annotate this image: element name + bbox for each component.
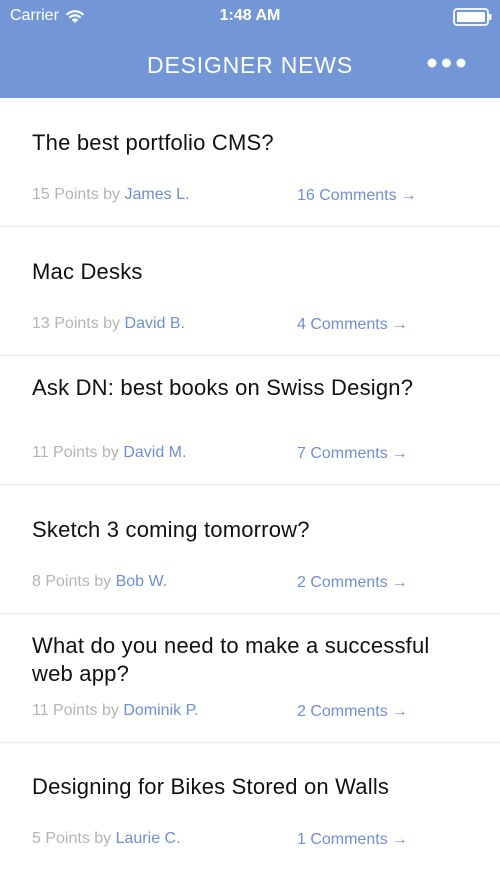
comments-label: 16 Comments <box>297 187 397 204</box>
status-time: 1:48 AM <box>219 7 281 24</box>
right-arrow-icon: → <box>391 574 408 591</box>
more-horizontal-icon[interactable] <box>427 52 466 74</box>
feed-item[interactable]: Sketch 3 coming tomorrow? 8 Points by Bo… <box>0 485 500 614</box>
comments-label: 2 Comments <box>297 703 388 720</box>
points-text: 11 Points by <box>32 444 119 461</box>
comments-link[interactable]: 4 Comments → <box>297 315 408 335</box>
right-arrow-icon: → <box>391 445 408 462</box>
page-title: DESIGNER NEWS <box>147 52 353 78</box>
comments-label: 2 Comments <box>297 574 388 591</box>
post-title: The best portfolio CMS? <box>32 130 274 155</box>
feed-item[interactable]: Mac Desks 13 Points by David B. 4 Commen… <box>0 227 500 356</box>
points-text: 8 Points by <box>32 573 112 590</box>
author-link[interactable]: Bob W. <box>116 573 168 590</box>
points-text: 13 Points by <box>32 315 121 332</box>
battery-icon <box>453 8 492 26</box>
post-title: Designing for Bikes Stored on Walls <box>32 774 390 799</box>
author-link[interactable]: James L. <box>125 186 190 203</box>
right-arrow-icon: → <box>391 831 408 848</box>
post-meta: 11 Points by David M. <box>32 443 186 463</box>
post-title: Sketch 3 coming tomorrow? <box>32 517 310 542</box>
post-title: Mac Desks <box>32 259 143 284</box>
points-text: 11 Points by <box>32 702 119 719</box>
post-meta: 15 Points by James L. <box>32 185 189 205</box>
author-link[interactable]: David M. <box>123 444 186 461</box>
status-bar: Carrier 1:48 AM <box>0 0 500 32</box>
points-text: 5 Points by <box>32 830 112 847</box>
right-arrow-icon: → <box>391 316 408 333</box>
comments-label: 1 Comments <box>297 831 388 848</box>
news-feed: The best portfolio CMS? 15 Points by Jam… <box>0 98 500 872</box>
author-link[interactable]: David B. <box>125 315 185 332</box>
navigation-bar: DESIGNER NEWS <box>0 32 500 98</box>
author-link[interactable]: Laurie C. <box>116 830 181 847</box>
right-arrow-icon: → <box>400 187 417 204</box>
points-text: 15 Points by <box>32 186 121 203</box>
feed-item[interactable]: The best portfolio CMS? 15 Points by Jam… <box>0 98 500 227</box>
comments-link[interactable]: 1 Comments → <box>297 830 408 850</box>
right-arrow-icon: → <box>391 703 408 720</box>
post-title: What do you need to make a successful we… <box>32 633 430 686</box>
post-title: Ask DN: best books on Swiss Design? <box>32 375 414 400</box>
post-meta: 5 Points by Laurie C. <box>32 829 181 849</box>
comments-link[interactable]: 7 Comments → <box>297 444 408 464</box>
feed-item[interactable]: Designing for Bikes Stored on Walls 5 Po… <box>0 743 500 872</box>
comments-label: 7 Comments <box>297 445 388 462</box>
post-meta: 11 Points by Dominik P. <box>32 701 199 721</box>
feed-item[interactable]: What do you need to make a successful we… <box>0 614 500 743</box>
comments-link[interactable]: 2 Comments → <box>297 573 408 593</box>
app-header: Carrier 1:48 AM DESIGNER NEWS <box>0 0 500 98</box>
post-meta: 13 Points by David B. <box>32 314 185 334</box>
feed-item[interactable]: Ask DN: best books on Swiss Design? 11 P… <box>0 356 500 485</box>
comments-link[interactable]: 16 Comments → <box>297 186 417 206</box>
author-link[interactable]: Dominik P. <box>123 702 198 719</box>
comments-link[interactable]: 2 Comments → <box>297 702 408 722</box>
comments-label: 4 Comments <box>297 316 388 333</box>
post-meta: 8 Points by Bob W. <box>32 572 167 592</box>
